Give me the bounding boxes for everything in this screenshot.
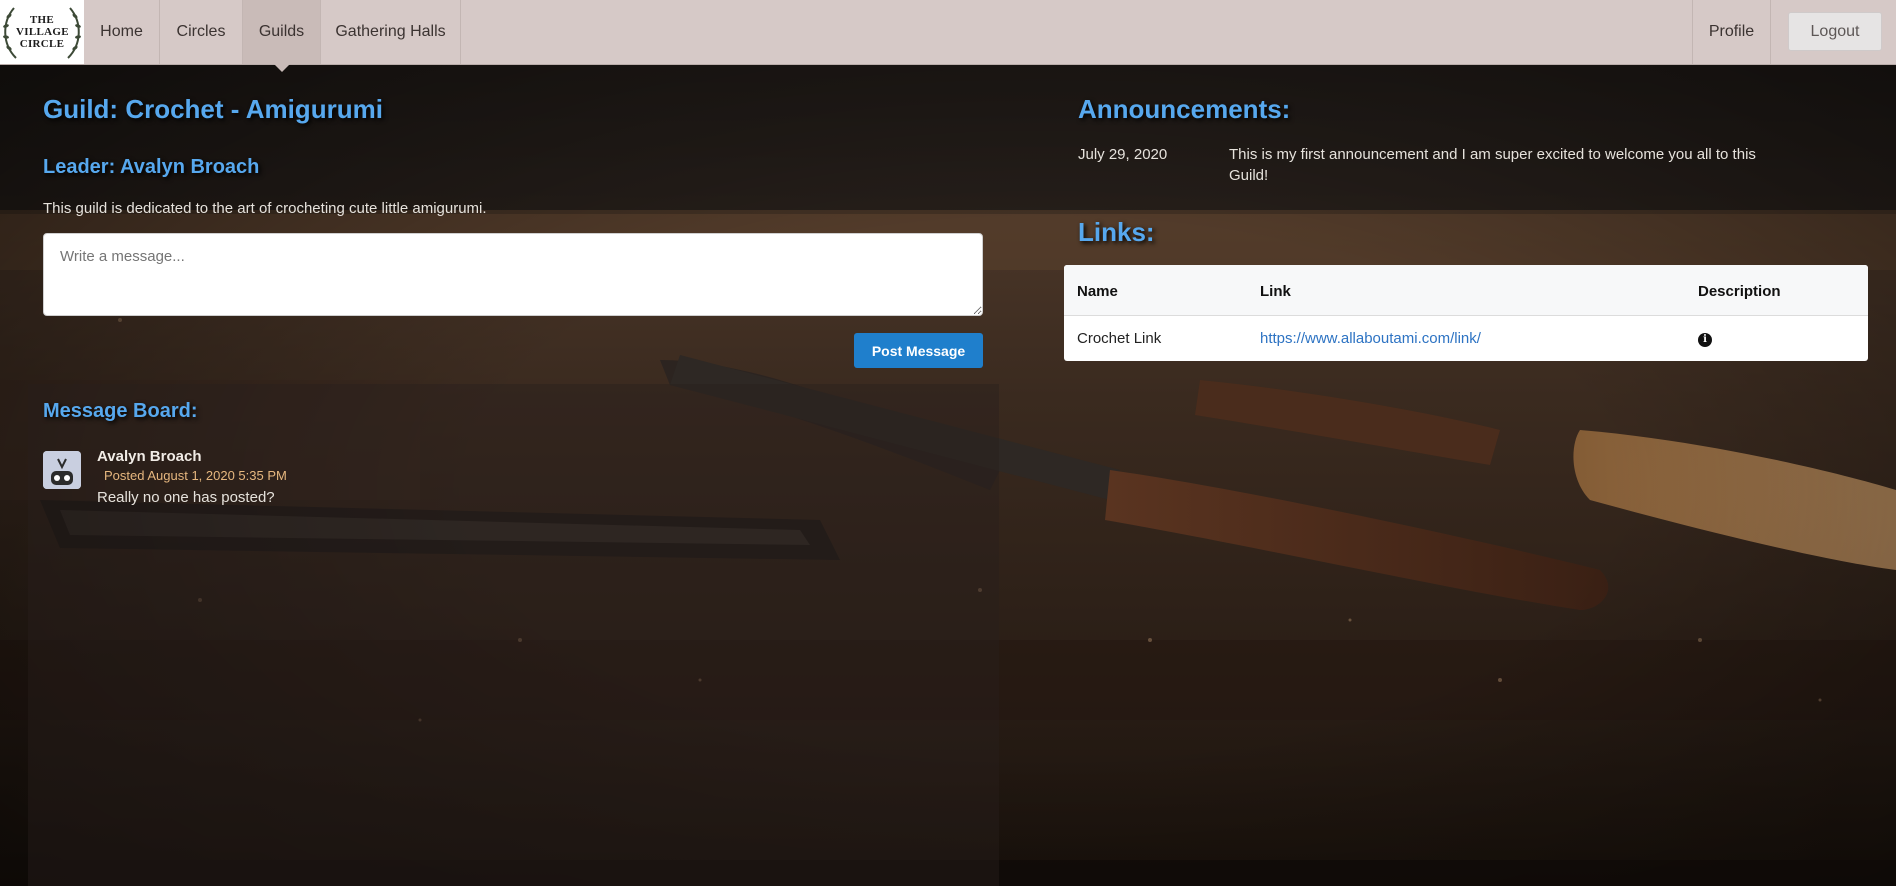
avatar bbox=[43, 451, 81, 489]
nav-guilds[interactable]: Guilds bbox=[243, 0, 321, 72]
logout-button[interactable]: Logout bbox=[1788, 12, 1882, 51]
announcement-text-line1: This is my first announcement and I am s… bbox=[1229, 146, 1756, 163]
village-circle-logo[interactable]: THE VILLAGE CIRCLE bbox=[0, 0, 84, 64]
column-header-link: Link bbox=[1260, 283, 1291, 300]
nav-home[interactable]: Home bbox=[84, 0, 160, 64]
active-indicator-caret bbox=[273, 64, 290, 72]
logout-label: Logout bbox=[1810, 22, 1860, 40]
nav-home-label: Home bbox=[100, 23, 143, 40]
message-text: Really no one has posted? bbox=[97, 489, 275, 506]
guild-title: Guild: Crochet - Amigurumi bbox=[43, 94, 383, 124]
info-circle-icon[interactable]: i bbox=[1698, 333, 1712, 347]
column-header-description: Description bbox=[1698, 283, 1781, 300]
message-timestamp: Posted August 1, 2020 5:35 PM bbox=[104, 468, 287, 483]
nav-profile[interactable]: Profile bbox=[1692, 0, 1771, 64]
post-message-button[interactable]: Post Message bbox=[854, 333, 983, 368]
announcements-heading: Announcements: bbox=[1078, 94, 1291, 124]
link-row-name: Crochet Link bbox=[1077, 330, 1162, 347]
link-row-url[interactable]: https://www.allaboutami.com/link/ bbox=[1260, 330, 1481, 347]
nav-gathering-halls[interactable]: Gathering Halls bbox=[321, 0, 461, 64]
nav-guilds-label: Guilds bbox=[258, 23, 305, 40]
guild-leader: Leader: Avalyn Broach bbox=[43, 156, 260, 178]
guild-description: This guild is dedicated to the art of cr… bbox=[43, 200, 487, 217]
nav-gathering-halls-label: Gathering Halls bbox=[335, 23, 446, 40]
nav-circles-label: Circles bbox=[176, 23, 226, 40]
message-board-heading: Message Board: bbox=[43, 400, 198, 422]
column-header-name: Name bbox=[1077, 283, 1118, 300]
message-author: Avalyn Broach bbox=[97, 448, 202, 465]
nav-circles[interactable]: Circles bbox=[160, 0, 243, 64]
announcement-text-line2: Guild! bbox=[1229, 167, 1269, 184]
logo-text: THE VILLAGE CIRCLE bbox=[16, 14, 69, 50]
robot-avatar-icon bbox=[43, 451, 81, 489]
nav-profile-label: Profile bbox=[1708, 23, 1755, 40]
links-heading: Links: bbox=[1078, 217, 1155, 247]
message-input[interactable] bbox=[43, 233, 983, 316]
announcement-date: July 29, 2020 bbox=[1078, 146, 1168, 163]
top-navbar: THE VILLAGE CIRCLE Home Circles Guilds G… bbox=[0, 0, 1896, 72]
links-table: Name Link Description Crochet Link https… bbox=[1064, 265, 1868, 361]
